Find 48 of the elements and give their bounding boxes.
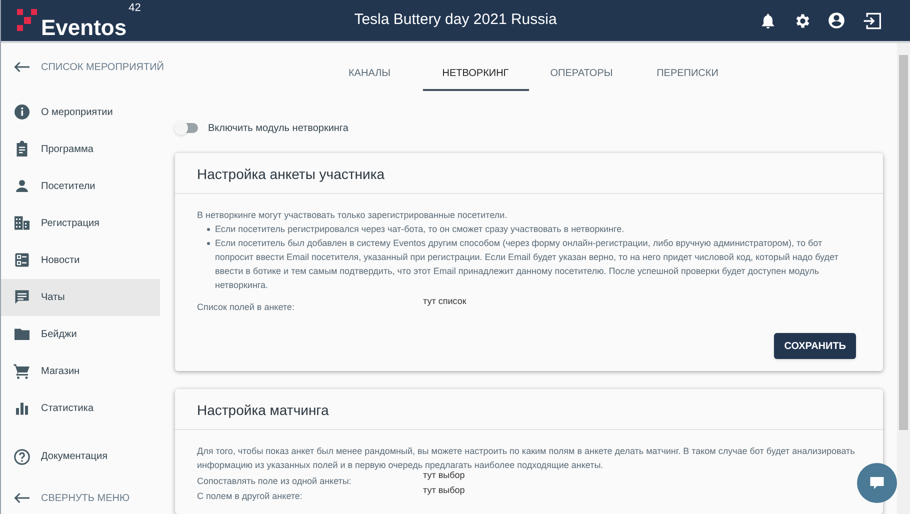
bullet-icon xyxy=(207,228,210,231)
sidebar-item[interactable]: Новости xyxy=(1,242,160,279)
building-icon xyxy=(13,214,31,232)
version-number: 42 xyxy=(128,2,141,14)
logout-icon[interactable] xyxy=(862,12,882,30)
card-title: Настройка матчинга xyxy=(175,401,883,430)
save-button[interactable]: СОХРАНИТЬ xyxy=(774,333,856,359)
sidebar-item[interactable]: Чаты xyxy=(1,278,160,316)
tab[interactable]: НЕТВОРКИНГ xyxy=(422,62,528,91)
collapse-menu-link[interactable]: СВЕРНУТЬ МЕНЮ xyxy=(1,482,160,514)
description-text: Для того, чтобы показ анкет был менее рандомный, вы можете настроить по каким полям в анкете делать матчинг. В таком случае бот будет анализировать информацию из указанных полей и в первую очередь предлагать наиболее подходящие анкеты. xyxy=(197,445,856,472)
toggle-label: Включить модуль нетворкинга xyxy=(208,122,348,136)
chat-icon xyxy=(13,288,31,306)
bullet-icon xyxy=(207,242,210,245)
list-text: Если посетитель регистрировался через чат-бота, то он сможет сразу участвовать в нетворкинге. xyxy=(215,223,624,236)
scrollbar[interactable] xyxy=(897,43,910,514)
tab[interactable]: КАНАЛЫ xyxy=(316,62,422,91)
sidebar-item[interactable]: О мероприятии xyxy=(1,94,160,131)
event-title: Tesla Buttery day 2021 Russia xyxy=(353,10,558,30)
list-icon xyxy=(13,251,31,270)
field-label: Список полей в анкете: xyxy=(197,301,296,313)
field-value[interactable]: тут выбор xyxy=(423,485,465,496)
cart-icon xyxy=(13,362,31,380)
sidebar-item[interactable]: Бейджи xyxy=(1,316,160,353)
card-title: Настройка анкеты участника xyxy=(175,165,883,194)
sidebar-item[interactable]: Документация xyxy=(1,438,160,475)
sidebar-item[interactable]: Посетители xyxy=(1,168,160,205)
account-icon[interactable] xyxy=(827,11,846,30)
field-value[interactable]: тут выбор xyxy=(423,470,465,481)
info-icon xyxy=(13,103,31,122)
bell-icon[interactable] xyxy=(759,12,777,30)
field-label: Сопоставлять поле из одной анкеты: xyxy=(197,475,352,487)
chat-button[interactable] xyxy=(857,463,897,503)
list-text: Если посетитель был добавлен в систему Eventos другим способом (через форму онлайн-регистрации, либо вручную администратором), то бот попросит ввести Email посетителя, указанный при регистрации. Если Email будет указан верно, то на него придет числовой код, который надо будет ввести в ботике и тем самым подтвердить, что этот Email принадлежит данному посетителю. После успешной проверки будет доступен модуль нетворкинга. xyxy=(215,237,840,292)
field-value[interactable]: тут список xyxy=(423,296,466,307)
help-icon xyxy=(13,448,31,466)
sidebar-item[interactable]: Статистика xyxy=(1,390,160,427)
tab[interactable]: ОПЕРАТОРЫ xyxy=(528,62,634,91)
field-label: С полем в другой анкете: xyxy=(197,490,304,502)
description-text: В нетворкинге могут участвовать только зарегистрированные посетители. xyxy=(197,209,508,222)
tab[interactable]: ПЕРЕПИСКИ xyxy=(634,62,740,91)
logo-text: Eventos xyxy=(41,16,127,38)
toggle-switch[interactable] xyxy=(174,121,198,135)
sidebar-item[interactable]: Магазин xyxy=(1,352,160,390)
sidebar-item[interactable]: Программа xyxy=(1,130,160,168)
sidebar-item[interactable]: Регистрация xyxy=(1,204,160,242)
logo-icon xyxy=(17,8,39,32)
chat-icon xyxy=(868,474,886,492)
